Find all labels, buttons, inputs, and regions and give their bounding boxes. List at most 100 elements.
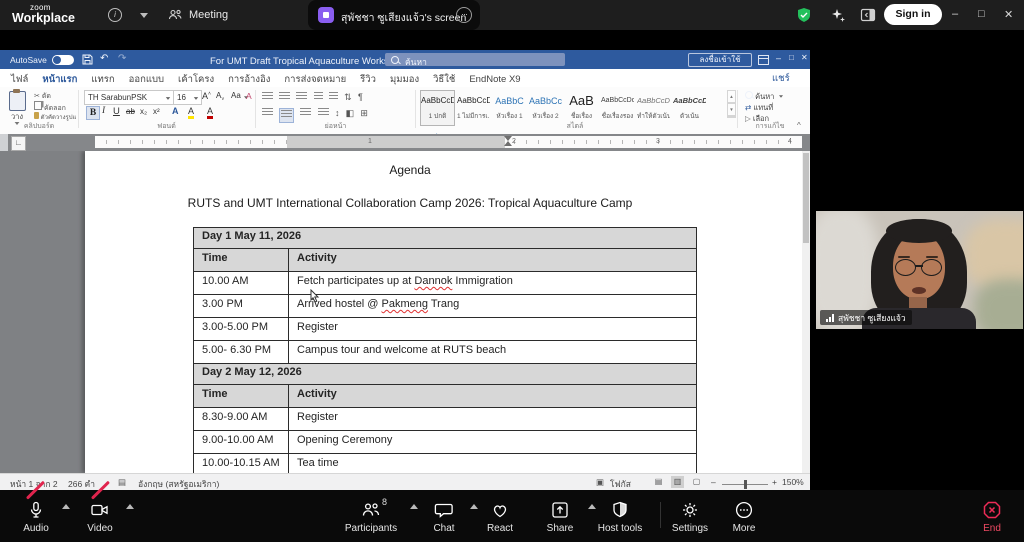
font-size-select[interactable]: 16	[173, 90, 202, 105]
numbering-icon[interactable]	[279, 92, 290, 103]
word-tab[interactable]: วิธีใช้	[426, 71, 462, 88]
save-icon[interactable]	[82, 54, 93, 65]
align-left-icon[interactable]	[262, 108, 273, 119]
table-day-header[interactable]: Day 2 May 12, 2026	[194, 364, 696, 385]
word-scrollbar[interactable]	[802, 151, 810, 473]
share-button[interactable]: แชร์	[772, 71, 790, 86]
strikethrough-button[interactable]: ab	[126, 107, 135, 116]
paste-button[interactable]	[9, 91, 26, 111]
text-effects-icon[interactable]: A	[172, 106, 179, 116]
maximize-icon[interactable]: □	[978, 8, 985, 20]
styles-scrollbar[interactable]: ▲ ▼	[727, 90, 736, 118]
sort-icon[interactable]: ⇅	[344, 92, 352, 103]
minimize-icon[interactable]: –	[952, 8, 958, 20]
decrease-indent-icon[interactable]	[314, 92, 323, 103]
tab-shared-screen[interactable]: สุพัชชา ซูเสียงแจ้ว's screen ···	[308, 0, 480, 30]
bullets-icon[interactable]	[262, 92, 273, 103]
word-tab[interactable]: แทรก	[84, 71, 121, 88]
table-row[interactable]: 10.00-10.15 AMTea time	[194, 454, 696, 473]
proofing-icon[interactable]: ▤	[118, 477, 126, 488]
zoom-out-icon[interactable]: –	[711, 477, 716, 487]
font-name-select[interactable]: TH SarabunPSK	[84, 90, 175, 105]
audio-button[interactable]: Audio	[6, 500, 66, 534]
word-sign-in-button[interactable]: ลงชื่อเข้าใช้	[688, 53, 752, 67]
tab-options-icon[interactable]: ···	[456, 7, 472, 23]
justify-icon[interactable]	[318, 108, 329, 119]
host-tools-button[interactable]: Host tools	[588, 500, 652, 534]
shading-icon[interactable]: ◧	[346, 108, 355, 119]
web-layout-icon[interactable]: ▢	[690, 476, 703, 488]
table-row[interactable]: 3.00 PMArrived hostel @ Pakmeng Trang	[194, 295, 696, 318]
indent-marker[interactable]	[503, 136, 512, 146]
video-button[interactable]: Video	[70, 500, 130, 534]
zoom-slider-thumb[interactable]	[744, 480, 747, 489]
table-row[interactable]: 9.00-10.00 AMOpening Ceremony	[194, 431, 696, 454]
agenda-table[interactable]: Day 1 May 11, 2026TimeActivity10.00 AMFe…	[193, 227, 697, 473]
redo-icon[interactable]: ↷	[118, 53, 126, 64]
word-tab[interactable]: เค้าโครง	[171, 71, 221, 88]
more-button[interactable]: More	[714, 500, 774, 534]
focus-icon[interactable]: ▣	[596, 477, 604, 488]
security-shield-icon[interactable]	[796, 7, 812, 23]
word-tab[interactable]: การอ้างอิง	[221, 71, 277, 88]
table-day-header[interactable]: Day 1 May 11, 2026	[194, 228, 696, 249]
language-indicator[interactable]: อังกฤษ (สหรัฐอเมริกา)	[138, 477, 219, 491]
word-minimize-icon[interactable]: –	[776, 53, 781, 63]
change-case-icon[interactable]: Aa	[231, 91, 241, 100]
word-tab[interactable]: การส่งจดหมาย	[277, 71, 353, 88]
underline-button[interactable]: U	[113, 106, 120, 117]
superscript-button[interactable]: x²	[153, 107, 160, 116]
print-layout-icon[interactable]: ▥	[671, 476, 684, 488]
side-panel-icon[interactable]	[860, 7, 876, 23]
chevron-down-icon[interactable]	[140, 13, 148, 18]
react-button[interactable]: React	[470, 500, 530, 534]
word-tab[interactable]: มุมมอง	[383, 71, 426, 88]
word-tab[interactable]: EndNote X9	[462, 71, 527, 88]
italic-button[interactable]: I	[102, 106, 105, 116]
collapse-ribbon-icon[interactable]: ^	[797, 121, 801, 130]
autosave-toggle[interactable]	[52, 55, 74, 65]
audio-options-icon[interactable]	[62, 504, 70, 509]
share-screen-button[interactable]: Share	[530, 500, 590, 534]
settings-button[interactable]: Settings	[660, 500, 720, 534]
end-button[interactable]: End	[962, 500, 1022, 534]
info-icon[interactable]: i	[108, 8, 122, 22]
document-page[interactable]: Agenda RUTS and UMT International Collab…	[85, 151, 810, 473]
video-options-icon[interactable]	[126, 504, 134, 509]
participant-video[interactable]: สุพัชชา ซูเสียงแจ้ว	[816, 211, 1023, 329]
sign-in-button[interactable]: Sign in	[884, 4, 942, 25]
ribbon-display-icon[interactable]	[758, 55, 769, 65]
tab-meeting[interactable]: Meeting	[189, 9, 228, 21]
table-column-header[interactable]: TimeActivity	[194, 249, 696, 272]
close-icon[interactable]: ✕	[1004, 8, 1013, 21]
word-tab[interactable]: ไฟล์	[4, 71, 35, 88]
highlight-color-icon[interactable]: A	[188, 106, 194, 119]
table-row[interactable]: 3.00-5.00 PMRegister	[194, 318, 696, 341]
word-tab[interactable]: ออกแบบ	[122, 71, 171, 88]
zoom-in-icon[interactable]: +	[772, 477, 777, 487]
clear-formatting-icon[interactable]: A	[246, 91, 252, 101]
undo-icon[interactable]: ↶	[100, 53, 108, 64]
ai-companion-icon[interactable]	[830, 7, 846, 23]
multilevel-list-icon[interactable]	[296, 92, 307, 103]
read-mode-icon[interactable]: ▤	[652, 476, 665, 488]
word-close-icon[interactable]: ✕	[801, 53, 808, 62]
table-row[interactable]: 8.30-9.00 AMRegister	[194, 408, 696, 431]
tab-selector[interactable]: ∟	[11, 136, 26, 151]
table-row[interactable]: 10.00 AMFetch participates up at Dannok …	[194, 272, 696, 295]
font-color-icon[interactable]: A	[207, 106, 213, 119]
search-box[interactable]: ค้นหา	[385, 53, 565, 66]
bold-button[interactable]: B	[86, 106, 100, 120]
word-restore-icon[interactable]: □	[789, 53, 794, 62]
shrink-font-icon[interactable]: A˅	[216, 91, 224, 103]
increase-indent-icon[interactable]	[329, 92, 338, 103]
chat-button[interactable]: Chat	[414, 500, 474, 534]
line-spacing-icon[interactable]: ↕	[335, 108, 340, 118]
focus-label[interactable]: โฟกัส	[610, 477, 631, 491]
subscript-button[interactable]: x₂	[140, 107, 147, 116]
align-right-icon[interactable]	[300, 108, 311, 119]
zoom-percentage[interactable]: 150%	[782, 477, 804, 487]
pilcrow-icon[interactable]: ¶	[358, 92, 363, 102]
word-count[interactable]: 266 คำ	[68, 477, 95, 491]
table-row[interactable]: 5.00- 6.30 PMCampus tour and welcome at …	[194, 341, 696, 364]
